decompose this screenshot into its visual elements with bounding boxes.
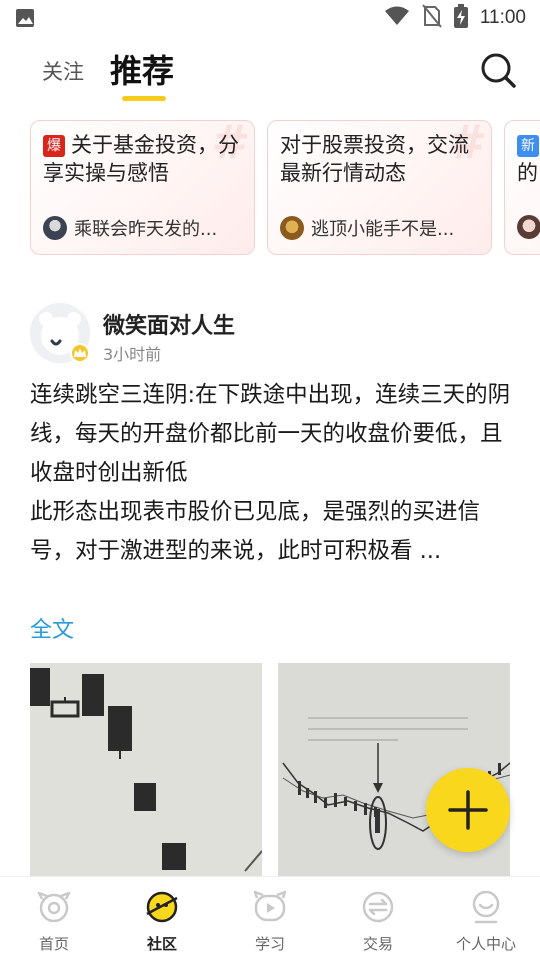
image-icon — [14, 8, 38, 28]
post-text-paragraph: 连续跳空三连阴:在下跌途中出现，连续三天的阴线，每天的开盘价都比前一天的收盘价要… — [30, 382, 511, 486]
avatar — [517, 215, 540, 239]
plus-icon — [448, 790, 488, 830]
nav-community[interactable]: 社区 — [108, 877, 216, 960]
nav-label: 交易 — [362, 935, 393, 953]
crown-icon — [70, 343, 90, 363]
post-author-name[interactable]: 微笑面对人生 — [103, 308, 235, 340]
status-bar: 11:00 — [0, 0, 540, 36]
avatar — [280, 216, 304, 240]
topic-title: 关于基金投资，分享实操与感悟 — [43, 133, 239, 185]
topic-title: 对于股票投资，交流最新行情动态 — [280, 133, 469, 185]
bottom-navigation: 首页 社区 学习 交易 个人中心 — [0, 876, 540, 960]
nav-label: 学习 — [254, 935, 285, 953]
active-tab-indicator — [122, 96, 166, 101]
community-icon — [146, 891, 178, 923]
tab-follow[interactable]: 关注 — [42, 56, 84, 86]
top-tab-bar: 关注 推荐 — [0, 40, 540, 106]
battery-charging-icon — [453, 4, 468, 32]
clock-time: 11:00 — [479, 7, 526, 28]
post-image[interactable] — [30, 663, 262, 876]
tab-recommended[interactable]: 推荐 — [110, 46, 174, 92]
topic-card[interactable]: # 对于股票投资，交流最新行情动态 逃顶小能手不是... — [267, 120, 492, 255]
topic-title: 的 — [517, 161, 538, 185]
topic-latest-user: 逃顶小能手不是... — [311, 219, 455, 240]
home-icon — [37, 891, 71, 923]
nav-label: 社区 — [146, 935, 177, 953]
topic-carousel: # 爆关于基金投资，分享实操与感悟 乘联会昨天发的... # 对于股票投资，交流… — [0, 120, 540, 256]
topic-latest-user: 乘联会昨天发的... — [74, 219, 218, 240]
nav-trade[interactable]: 交易 — [324, 877, 432, 960]
nav-label: 首页 — [38, 935, 69, 953]
nav-home[interactable]: 首页 — [0, 877, 108, 960]
read-more-link[interactable]: 全文 — [30, 612, 74, 644]
post-body[interactable]: 连续跳空三连阴:在下跌途中出现，连续三天的阴线，每天的开盘价都比前一天的收盘价要… — [30, 376, 514, 571]
topic-card[interactable]: 新 的 — [504, 120, 540, 255]
no-sim-icon — [422, 4, 442, 32]
wifi-icon — [384, 5, 410, 31]
search-icon — [481, 53, 516, 88]
trade-icon — [362, 891, 394, 923]
study-icon — [253, 890, 287, 922]
create-post-button[interactable] — [426, 768, 510, 852]
hot-badge: 爆 — [43, 135, 65, 157]
post-text-paragraph: 此形态出现表市股价已见底，是强烈的买进信号，对于激进型的来说，此时可积极看 ..… — [30, 499, 481, 564]
topic-card[interactable]: # 爆关于基金投资，分享实操与感悟 乘联会昨天发的... — [30, 120, 255, 255]
nav-label: 个人中心 — [455, 935, 516, 953]
search-button[interactable] — [478, 50, 518, 90]
post-timestamp: 3小时前 — [103, 345, 162, 364]
new-badge: 新 — [517, 135, 539, 157]
profile-icon — [472, 890, 500, 924]
candlestick-photo — [30, 663, 262, 876]
nav-profile[interactable]: 个人中心 — [432, 877, 540, 960]
avatar — [43, 216, 67, 240]
nav-study[interactable]: 学习 — [216, 877, 324, 960]
